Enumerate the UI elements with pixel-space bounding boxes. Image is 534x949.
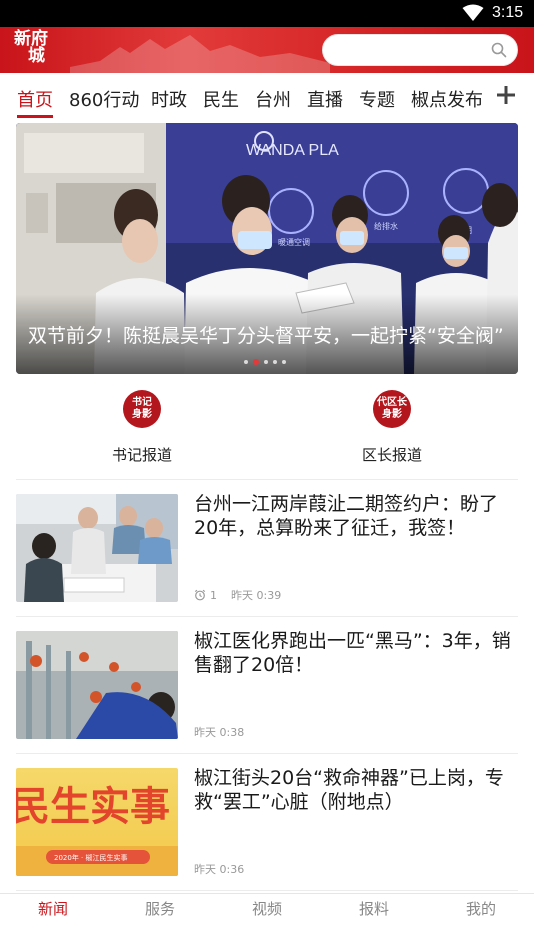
- secretary-report-label: 书记报道: [111, 446, 172, 464]
- bottom-tab-bar: 新闻 服务 视频 报料 我的: [0, 893, 534, 949]
- secretary-badge-icon: 书记 身影: [123, 390, 161, 428]
- search-icon[interactable]: [491, 42, 507, 58]
- tab-860[interactable]: 860行动: [69, 86, 139, 112]
- news-thumbnail: [16, 631, 178, 739]
- carousel-dot[interactable]: [244, 360, 248, 364]
- news-meta: 1 昨天 0:39: [194, 587, 281, 603]
- banner-caption[interactable]: 双节前夕！陈挺晨吴华丁分头督平安，一起拧紧“安全阀”: [28, 321, 518, 348]
- headline-banner[interactable]: WANDA PLA 暖通空调 给排水 照明 双节前夕！陈挺晨吴华丁分头督平安，一…: [16, 123, 518, 374]
- add-channel-icon[interactable]: [496, 85, 516, 105]
- news-title[interactable]: 椒江街头20台“救命神器”已上岗，专救“罢工”心脏（附地点）: [194, 766, 514, 814]
- tabbar-service[interactable]: 服务: [130, 898, 190, 919]
- district-head-report-label: 区长报道: [361, 446, 422, 464]
- tabbar-news[interactable]: 新闻: [23, 898, 83, 919]
- app-header: 新府 城: [0, 27, 534, 73]
- tabbar-mine[interactable]: 我的: [451, 898, 511, 919]
- tab-home[interactable]: 首页: [17, 86, 53, 112]
- status-bar: 3:15: [0, 0, 534, 27]
- svg-text:民生实事: 民生实事: [16, 784, 170, 830]
- news-item[interactable]: 椒江医化界跑出一匹“黑马”：3年，销售翻了20倍！ 昨天 0:38: [0, 617, 534, 753]
- divider: [16, 890, 518, 891]
- app-logo[interactable]: 新府 城: [14, 31, 58, 69]
- alarm-icon: [194, 589, 206, 601]
- tabbar-video[interactable]: 视频: [237, 898, 297, 919]
- news-title[interactable]: 台州一江两岸葭沚二期签约户：盼了20年，总算盼来了征迁，我签！: [194, 492, 514, 540]
- skyline-decoration: [70, 35, 330, 73]
- news-meta: 昨天 0:38: [194, 724, 244, 740]
- district-head-report-link[interactable]: 代区长 身影 区长报道: [322, 390, 462, 470]
- district-head-badge-icon: 代区长 身影: [373, 390, 411, 428]
- carousel-dot[interactable]: [264, 360, 268, 364]
- tab-taizhou[interactable]: 台州: [255, 86, 291, 112]
- news-thumbnail: 民生实事 2020年 · 椒江民生实事: [16, 768, 178, 876]
- news-time: 昨天 0:36: [194, 863, 245, 876]
- tab-special[interactable]: 专题: [359, 86, 395, 112]
- news-time: 昨天 0:39: [231, 589, 282, 602]
- carousel-dot[interactable]: [273, 360, 277, 364]
- tab-live[interactable]: 直播: [307, 86, 343, 112]
- news-item[interactable]: 台州一江两岸葭沚二期签约户：盼了20年，总算盼来了征迁，我签！ 1 昨天 0:3…: [0, 480, 534, 616]
- svg-text:WANDA PLA: WANDA PLA: [246, 142, 339, 159]
- news-thumbnail: [16, 494, 178, 602]
- view-count: 1: [210, 588, 217, 602]
- news-meta: 昨天 0:36: [194, 861, 244, 877]
- carousel-dot[interactable]: [282, 360, 286, 364]
- svg-text:2020年 · 椒江民生实事: 2020年 · 椒江民生实事: [54, 853, 128, 862]
- wifi-icon: [462, 4, 484, 21]
- news-time: 昨天 0:38: [194, 726, 245, 739]
- active-tab-indicator: [17, 115, 53, 118]
- secretary-report-link[interactable]: 书记 身影 书记报道: [72, 390, 212, 470]
- tab-politics[interactable]: 时政: [151, 86, 187, 112]
- tab-livelihood[interactable]: 民生: [203, 86, 239, 112]
- svg-text:给排水: 给排水: [374, 221, 398, 231]
- channel-tabs: 首页 860行动 时政 民生 台州 直播 专题 椒点发布: [0, 73, 534, 121]
- carousel-dot-active[interactable]: [253, 359, 259, 365]
- tabbar-report[interactable]: 报料: [344, 898, 404, 919]
- clock: 3:15: [492, 4, 524, 21]
- news-item[interactable]: 民生实事 2020年 · 椒江民生实事 椒江街头20台“救命神器”已上岗，专救“…: [0, 754, 534, 890]
- svg-text:暖通空调: 暖通空调: [278, 237, 310, 247]
- search-bar[interactable]: [322, 34, 518, 66]
- tab-jiaodian[interactable]: 椒点发布: [411, 86, 483, 112]
- news-title[interactable]: 椒江医化界跑出一匹“黑马”：3年，销售翻了20倍！: [194, 629, 514, 677]
- search-input[interactable]: [335, 41, 485, 61]
